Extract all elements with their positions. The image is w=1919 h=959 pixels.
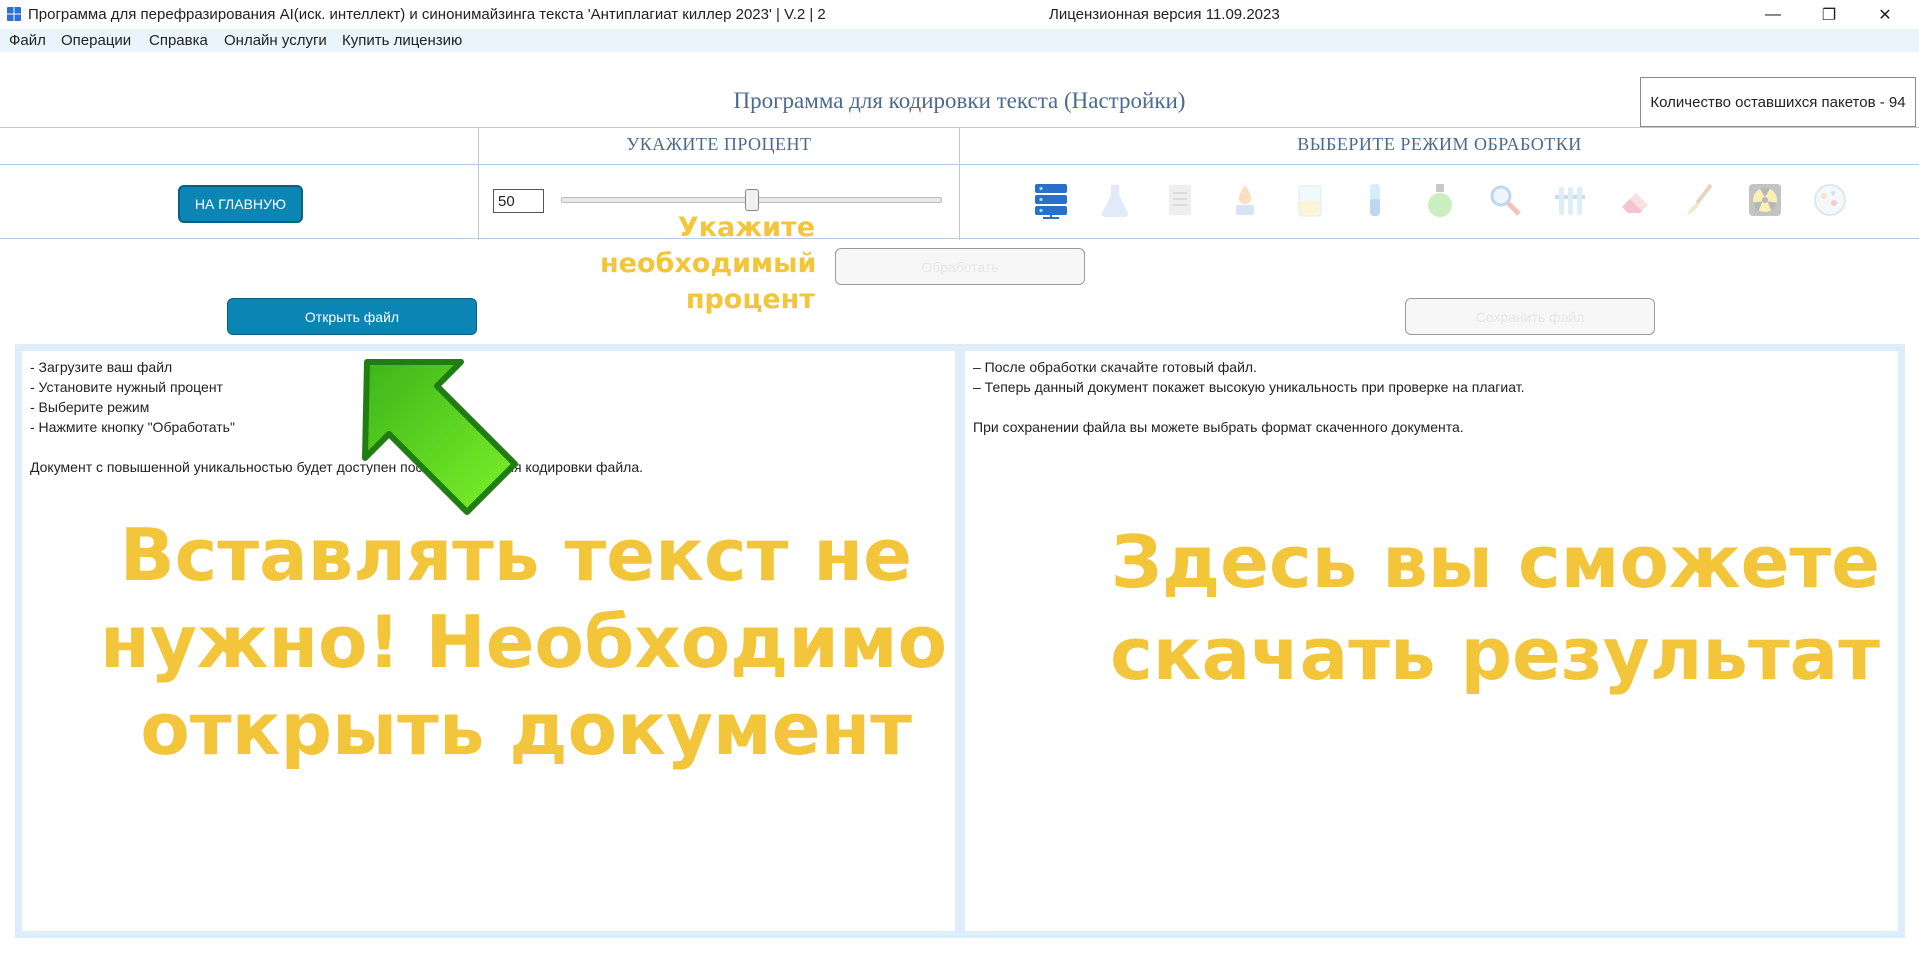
right-overlay-hint: Здесь вы сможете скачать результат xyxy=(1100,516,1880,700)
maximize-button[interactable]: ❐ xyxy=(1806,0,1852,29)
overlay-line: Здесь вы сможете xyxy=(1110,520,1880,604)
open-file-button[interactable]: Открыть файл xyxy=(227,298,477,335)
page-title: Программа для кодировки текста (Настройк… xyxy=(733,88,1186,113)
instruction-line: - Установите нужный процент xyxy=(30,379,223,395)
radiation-icon[interactable] xyxy=(1745,180,1785,220)
mode-header: ВЫБЕРИТЕ РЕЖИМ ОБРАБОТКИ xyxy=(1297,134,1582,154)
instruction-line: – После обработки скачайте готовый файл. xyxy=(973,359,1257,375)
hint-line: процент xyxy=(685,284,815,315)
instruction-line: При сохранении файла вы можете выбрать ф… xyxy=(973,419,1464,435)
output-instructions-text: – После обработки скачайте готовый файл.… xyxy=(973,357,1524,437)
percent-hint: Укажите необходимый процент xyxy=(600,210,817,318)
instructions-text: - Загрузите ваш файл - Установите нужный… xyxy=(30,357,643,477)
license-label: Лицензионная версия 11.09.2023 xyxy=(1049,6,1280,23)
packets-counter: Количество оставшихся пакетов - 94 xyxy=(1640,77,1916,127)
menu-operations[interactable]: Операции xyxy=(61,32,131,49)
test-tubes-rack-icon[interactable] xyxy=(1550,180,1590,220)
hint-line: необходимый xyxy=(600,248,817,279)
eraser-icon[interactable] xyxy=(1615,180,1655,220)
instruction-line xyxy=(973,397,1524,417)
menu-buy-license[interactable]: Купить лицензию xyxy=(342,32,462,49)
close-button[interactable]: ✕ xyxy=(1862,0,1908,29)
bottle-icon[interactable] xyxy=(1420,180,1460,220)
home-button[interactable]: НА ГЛАВНУЮ xyxy=(178,185,303,223)
flask-icon[interactable] xyxy=(1095,180,1135,220)
instruction-line: – Теперь данный документ покажет высокую… xyxy=(973,379,1525,395)
menu-online-services[interactable]: Онлайн услуги xyxy=(224,32,327,49)
server-rack-icon[interactable] xyxy=(1031,180,1071,220)
divider xyxy=(0,164,1919,165)
percent-input[interactable]: 50 xyxy=(493,189,544,213)
process-button[interactable]: Обработать xyxy=(835,248,1085,285)
menu-help[interactable]: Справка xyxy=(149,32,208,49)
menu-file[interactable]: Файл xyxy=(9,32,46,49)
overlay-line: скачать результат xyxy=(1110,612,1880,696)
brush-icon[interactable] xyxy=(1680,180,1720,220)
slider-thumb[interactable] xyxy=(744,189,759,211)
magnifier-icon[interactable] xyxy=(1485,180,1525,220)
instruction-line xyxy=(30,437,643,457)
instruction-line: - Нажмите кнопку "Обработать" xyxy=(30,419,235,435)
document-icon[interactable] xyxy=(1160,180,1200,220)
app-icon xyxy=(7,7,21,21)
burner-icon[interactable] xyxy=(1225,180,1265,220)
arrow-icon xyxy=(362,359,518,515)
menu-bar: Файл Операции Справка Онлайн услуги Купи… xyxy=(0,29,1919,52)
window-title: Программа для перефразирования AI(иск. и… xyxy=(28,6,826,23)
save-file-button[interactable]: Сохранить файл xyxy=(1405,298,1655,335)
instruction-line: Документ с повышенной уникальностью буде… xyxy=(30,459,643,475)
overlay-line: открыть документ xyxy=(140,687,912,771)
petri-dish-icon[interactable] xyxy=(1810,180,1850,220)
title-bar: Программа для перефразирования AI(иск. и… xyxy=(0,0,1919,29)
instruction-line: - Загрузите ваш файл xyxy=(30,359,173,375)
test-tube-icon[interactable] xyxy=(1355,180,1395,220)
overlay-line: нужно! Необходимо xyxy=(100,600,948,684)
percent-header: УКАЖИТЕ ПРОЦЕНТ xyxy=(626,134,812,154)
overlay-line: Вставлять текст не xyxy=(119,513,912,597)
hint-line: Укажите xyxy=(677,212,815,243)
left-overlay-hint: Вставлять текст не нужно! Необходимо отк… xyxy=(100,512,948,773)
instruction-line: - Выберите режим xyxy=(30,399,150,415)
minimize-button[interactable]: — xyxy=(1750,0,1796,29)
beaker-icon[interactable] xyxy=(1290,180,1330,220)
